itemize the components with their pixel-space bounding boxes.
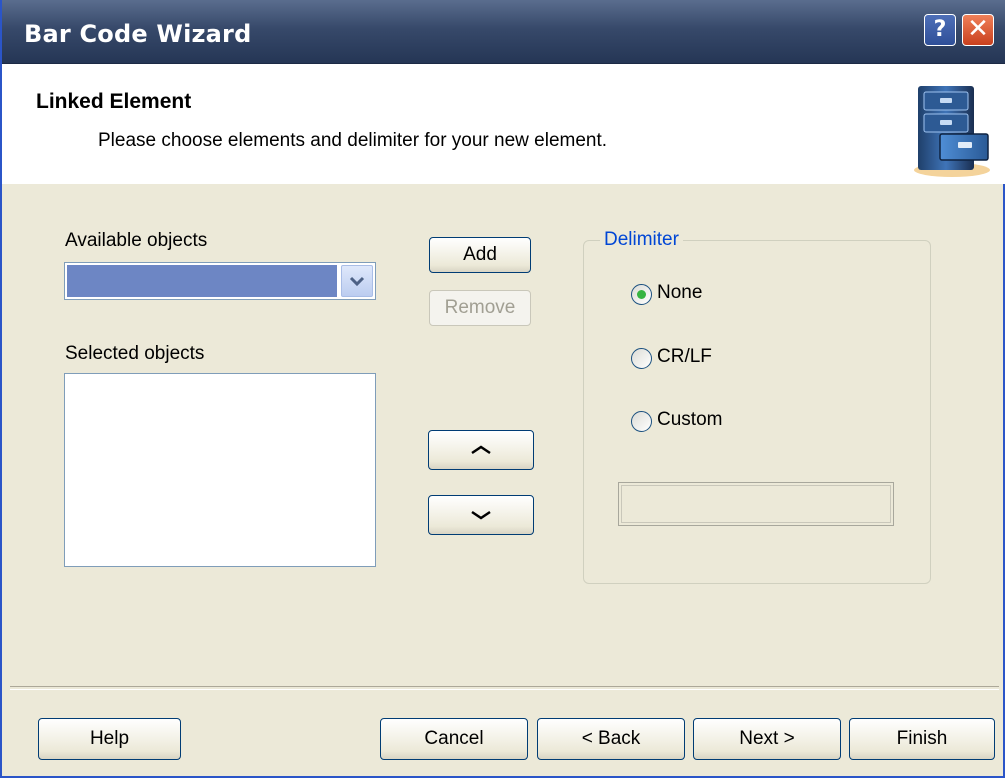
radio-none[interactable]: None: [631, 282, 751, 308]
move-down-button[interactable]: [428, 495, 534, 535]
finish-button[interactable]: Finish: [849, 718, 995, 760]
title-bar[interactable]: Bar Code Wizard ? ✕: [2, 0, 1005, 64]
radio-none-circle[interactable]: [631, 284, 652, 305]
chevron-up-icon: [471, 445, 491, 455]
dropdown-button[interactable]: [341, 265, 373, 297]
chevron-down-icon: [471, 510, 491, 520]
close-icon: ✕: [967, 14, 989, 44]
close-button[interactable]: ✕: [962, 14, 994, 46]
radio-none-label: None: [657, 282, 703, 303]
custom-delimiter-value: [621, 485, 891, 523]
wizard-window: Bar Code Wizard ? ✕ Linked Element Pleas…: [0, 0, 1005, 778]
help-button[interactable]: Help: [38, 718, 181, 760]
footer-divider: [10, 686, 999, 690]
selected-objects-label: Selected objects: [65, 343, 205, 364]
remove-button[interactable]: Remove: [429, 290, 531, 326]
move-up-button[interactable]: [428, 430, 534, 470]
page-title: Linked Element: [36, 90, 192, 113]
wizard-header: Linked Element Please choose elements an…: [2, 64, 1005, 184]
delimiter-group-title: Delimiter: [600, 229, 683, 251]
radio-crlf[interactable]: CR/LF: [631, 346, 751, 372]
radio-custom-label: Custom: [657, 409, 723, 430]
radio-custom-circle[interactable]: [631, 411, 652, 432]
file-cabinet-icon: [914, 86, 990, 177]
radio-crlf-circle[interactable]: [631, 348, 652, 369]
radio-crlf-label: CR/LF: [657, 346, 712, 367]
available-objects-value: [67, 265, 337, 297]
window-title: Bar Code Wizard: [24, 20, 252, 48]
available-objects-label: Available objects: [65, 230, 208, 251]
available-objects-dropdown[interactable]: [64, 262, 376, 300]
radio-selected-dot: [637, 290, 646, 299]
radio-custom[interactable]: Custom: [631, 409, 751, 435]
custom-delimiter-field[interactable]: [618, 482, 894, 526]
add-button[interactable]: Add: [429, 237, 531, 273]
page-subtitle: Please choose elements and delimiter for…: [98, 130, 608, 151]
chevron-down-icon: [349, 276, 365, 287]
back-button[interactable]: < Back: [537, 718, 685, 760]
question-mark-icon: ?: [933, 17, 947, 42]
selected-objects-list[interactable]: [64, 373, 376, 567]
cancel-button[interactable]: Cancel: [380, 718, 528, 760]
help-title-button[interactable]: ?: [924, 14, 956, 46]
next-button[interactable]: Next >: [693, 718, 841, 760]
